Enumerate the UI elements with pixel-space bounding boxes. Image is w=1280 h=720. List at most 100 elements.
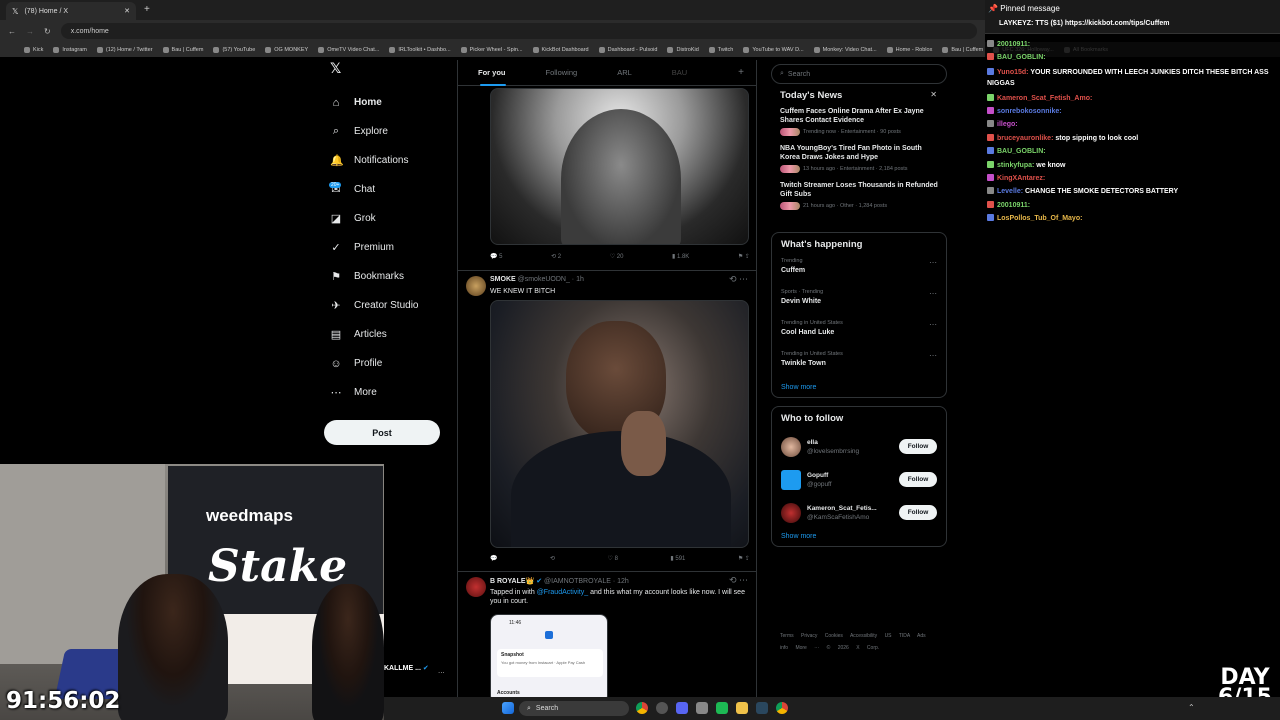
avatar[interactable] bbox=[466, 276, 486, 296]
avatar[interactable] bbox=[781, 436, 801, 457]
reload-icon[interactable]: ↻ bbox=[44, 27, 51, 36]
back-icon[interactable]: ← bbox=[8, 27, 16, 36]
repost-button[interactable]: ⟲ 2 bbox=[551, 253, 561, 260]
like-button[interactable]: ♡ 20 bbox=[610, 253, 624, 260]
news-item[interactable]: Twitch Streamer Loses Thousands in Refun… bbox=[780, 181, 938, 210]
bookmark-item[interactable]: (57) YouTube bbox=[213, 46, 255, 53]
more-icon[interactable]: ⟲ ⋯ bbox=[729, 575, 748, 586]
bottom-more-icon[interactable]: ... bbox=[438, 666, 445, 675]
news-item[interactable]: Cuffem Faces Online Drama After Ex Jayne… bbox=[780, 107, 938, 136]
follow-suggestion[interactable]: Gopuff @gopuff Follow bbox=[781, 463, 937, 496]
close-icon[interactable]: ✕ bbox=[930, 90, 937, 99]
bookmark-item[interactable]: KickBot Dashboard bbox=[532, 46, 589, 53]
trend-item[interactable]: Trending in United States Cool Hand Luke ⋯ bbox=[781, 318, 937, 349]
tray-chevron-icon[interactable]: ⌃ bbox=[1188, 703, 1195, 712]
bookmark-item[interactable]: Monkey: Video Chat... bbox=[813, 46, 877, 53]
windows-start-icon[interactable] bbox=[502, 702, 514, 714]
more-icon[interactable]: ⟲ ⋯ bbox=[729, 274, 748, 285]
bookmark-item[interactable]: Bau | Cuffem bbox=[942, 46, 983, 53]
browser-tab-active[interactable]: 𝕏 (78) Home / X ✕ bbox=[6, 2, 136, 20]
avatar[interactable] bbox=[466, 577, 486, 597]
avatar[interactable] bbox=[781, 502, 801, 523]
nav-item-articles[interactable]: ▤ Articles bbox=[320, 320, 450, 349]
tab-close-icon[interactable]: ✕ bbox=[124, 7, 130, 15]
trend-item[interactable]: Trending Cuffem ⋯ bbox=[781, 256, 937, 287]
views-button[interactable]: ▮ 1.8K bbox=[672, 253, 689, 260]
chrome-icon[interactable] bbox=[776, 702, 788, 714]
tweet-video[interactable] bbox=[490, 300, 749, 548]
bookmark-item[interactable]: Picker Wheel - Spin... bbox=[460, 46, 523, 53]
tab-following[interactable]: Following bbox=[526, 60, 598, 86]
nav-item-more[interactable]: ⋯ More bbox=[320, 378, 450, 407]
obs-icon[interactable] bbox=[656, 702, 668, 714]
taskbar-search[interactable]: ⌕ Search bbox=[519, 701, 629, 716]
more-icon[interactable]: ⋯ bbox=[929, 320, 937, 329]
repost-button[interactable]: ⟲ bbox=[550, 555, 555, 562]
show-more-link[interactable]: Show more bbox=[781, 384, 937, 391]
nav-item-bookmarks[interactable]: ⚑ Bookmarks bbox=[320, 262, 450, 291]
add-tab-icon[interactable]: + bbox=[738, 67, 744, 78]
nav-item-creator-studio[interactable]: ✈ Creator Studio bbox=[320, 291, 450, 320]
bookmark-item[interactable]: (12) Home / Twitter bbox=[96, 46, 153, 53]
nav-item-chat[interactable]: ✉ Chat bbox=[320, 175, 450, 204]
bookmark-item[interactable]: Twitch bbox=[708, 46, 733, 53]
news-item[interactable]: NBA YoungBoy's Tired Fan Photo in South … bbox=[780, 144, 938, 173]
tab-for-you[interactable]: For you bbox=[458, 60, 526, 86]
reply-button[interactable]: 💬 5 bbox=[490, 253, 502, 260]
bottom-tweet-name[interactable]: KALLME ... ✔ bbox=[384, 664, 429, 672]
bookmark-item[interactable]: OG MONKEY bbox=[265, 46, 308, 53]
follow-suggestion[interactable]: Kameron_Scat_Fetis... @KamScaFetishAmo Fol… bbox=[781, 496, 937, 529]
chrome-icon[interactable] bbox=[636, 702, 648, 714]
trend-item[interactable]: Trending in United States Twinkle Town ⋯ bbox=[781, 349, 937, 380]
bookmark-item[interactable]: Home - Roblox bbox=[886, 46, 932, 53]
avatar[interactable] bbox=[781, 469, 801, 490]
follow-button[interactable]: Follow bbox=[899, 439, 937, 454]
footer-links[interactable]: Terms Privacy Cookies Accessibility US T… bbox=[780, 630, 940, 654]
new-tab-button[interactable]: + bbox=[144, 4, 150, 15]
bookmark-icon[interactable]: ⚑ ⇪ bbox=[738, 253, 750, 260]
bookmark-item[interactable]: IRLToolkit • Dashbo... bbox=[389, 46, 451, 53]
tab-arl[interactable]: ARL bbox=[597, 60, 652, 86]
author-name[interactable]: B ROYALE👑 bbox=[490, 578, 534, 585]
nav-item-profile[interactable]: ☺ Profile bbox=[320, 349, 450, 378]
url-field[interactable]: x.com/home bbox=[60, 23, 977, 39]
steam-icon[interactable] bbox=[756, 702, 768, 714]
app-icon[interactable] bbox=[696, 702, 708, 714]
more-icon[interactable]: ⋯ bbox=[929, 289, 937, 298]
views-button[interactable]: ▮ 591 bbox=[670, 555, 685, 562]
post-button[interactable]: Post bbox=[324, 420, 440, 445]
follow-button[interactable]: Follow bbox=[899, 472, 937, 487]
x-logo-icon[interactable]: 𝕏 bbox=[320, 60, 450, 88]
tweet-screenshot-image[interactable]: 11:46 Snapshot You got money from Instac… bbox=[490, 614, 608, 700]
bookmark-item[interactable]: YouTube to WAV D... bbox=[743, 46, 804, 53]
discord-icon[interactable] bbox=[676, 702, 688, 714]
tweet-image[interactable] bbox=[490, 88, 749, 245]
search-input[interactable]: ⌕ Search bbox=[771, 64, 947, 84]
forward-icon[interactable]: → bbox=[26, 27, 34, 36]
bookmark-item[interactable]: Instagram bbox=[53, 46, 87, 53]
bookmark-item[interactable]: DistroKid bbox=[667, 46, 699, 53]
bookmark-item[interactable]: Kick bbox=[24, 46, 43, 53]
nav-item-premium[interactable]: ✓ Premium bbox=[320, 233, 450, 262]
tab-bau[interactable]: BAU bbox=[652, 60, 707, 86]
nav-item-home[interactable]: ⌂ Home bbox=[320, 88, 450, 117]
more-icon[interactable]: ⋯ bbox=[929, 258, 937, 267]
show-more-link[interactable]: Show more bbox=[781, 533, 937, 540]
nav-item-notifications[interactable]: 🔔 Notifications bbox=[320, 146, 450, 175]
nav-item-explore[interactable]: ⌕ Explore bbox=[320, 117, 450, 146]
bookmark-item[interactable]: Bau | Cuffem bbox=[162, 46, 203, 53]
follow-button[interactable]: Follow bbox=[899, 505, 937, 520]
like-button[interactable]: ♡ 8 bbox=[608, 555, 618, 562]
follow-suggestion[interactable]: ella @lovelsembrrsing Follow bbox=[781, 430, 937, 463]
folder-icon[interactable] bbox=[736, 702, 748, 714]
mention-link[interactable]: @FraudActivity_ bbox=[537, 589, 588, 596]
spotify-icon[interactable] bbox=[716, 702, 728, 714]
trend-item[interactable]: Sports · Trending Devin White ⋯ bbox=[781, 287, 937, 318]
bookmark-item[interactable]: OmeTV Video Chat... bbox=[318, 46, 379, 53]
bookmark-icon[interactable]: ⚑ ⇪ bbox=[738, 555, 750, 562]
nav-item-grok[interactable]: ◪ Grok bbox=[320, 204, 450, 233]
more-icon[interactable]: ⋯ bbox=[929, 351, 937, 360]
author-name[interactable]: SMOKE bbox=[490, 276, 516, 283]
bookmark-item[interactable]: Dashboard - Pulsoid bbox=[598, 46, 657, 53]
reply-button[interactable]: 💬 bbox=[490, 555, 497, 562]
